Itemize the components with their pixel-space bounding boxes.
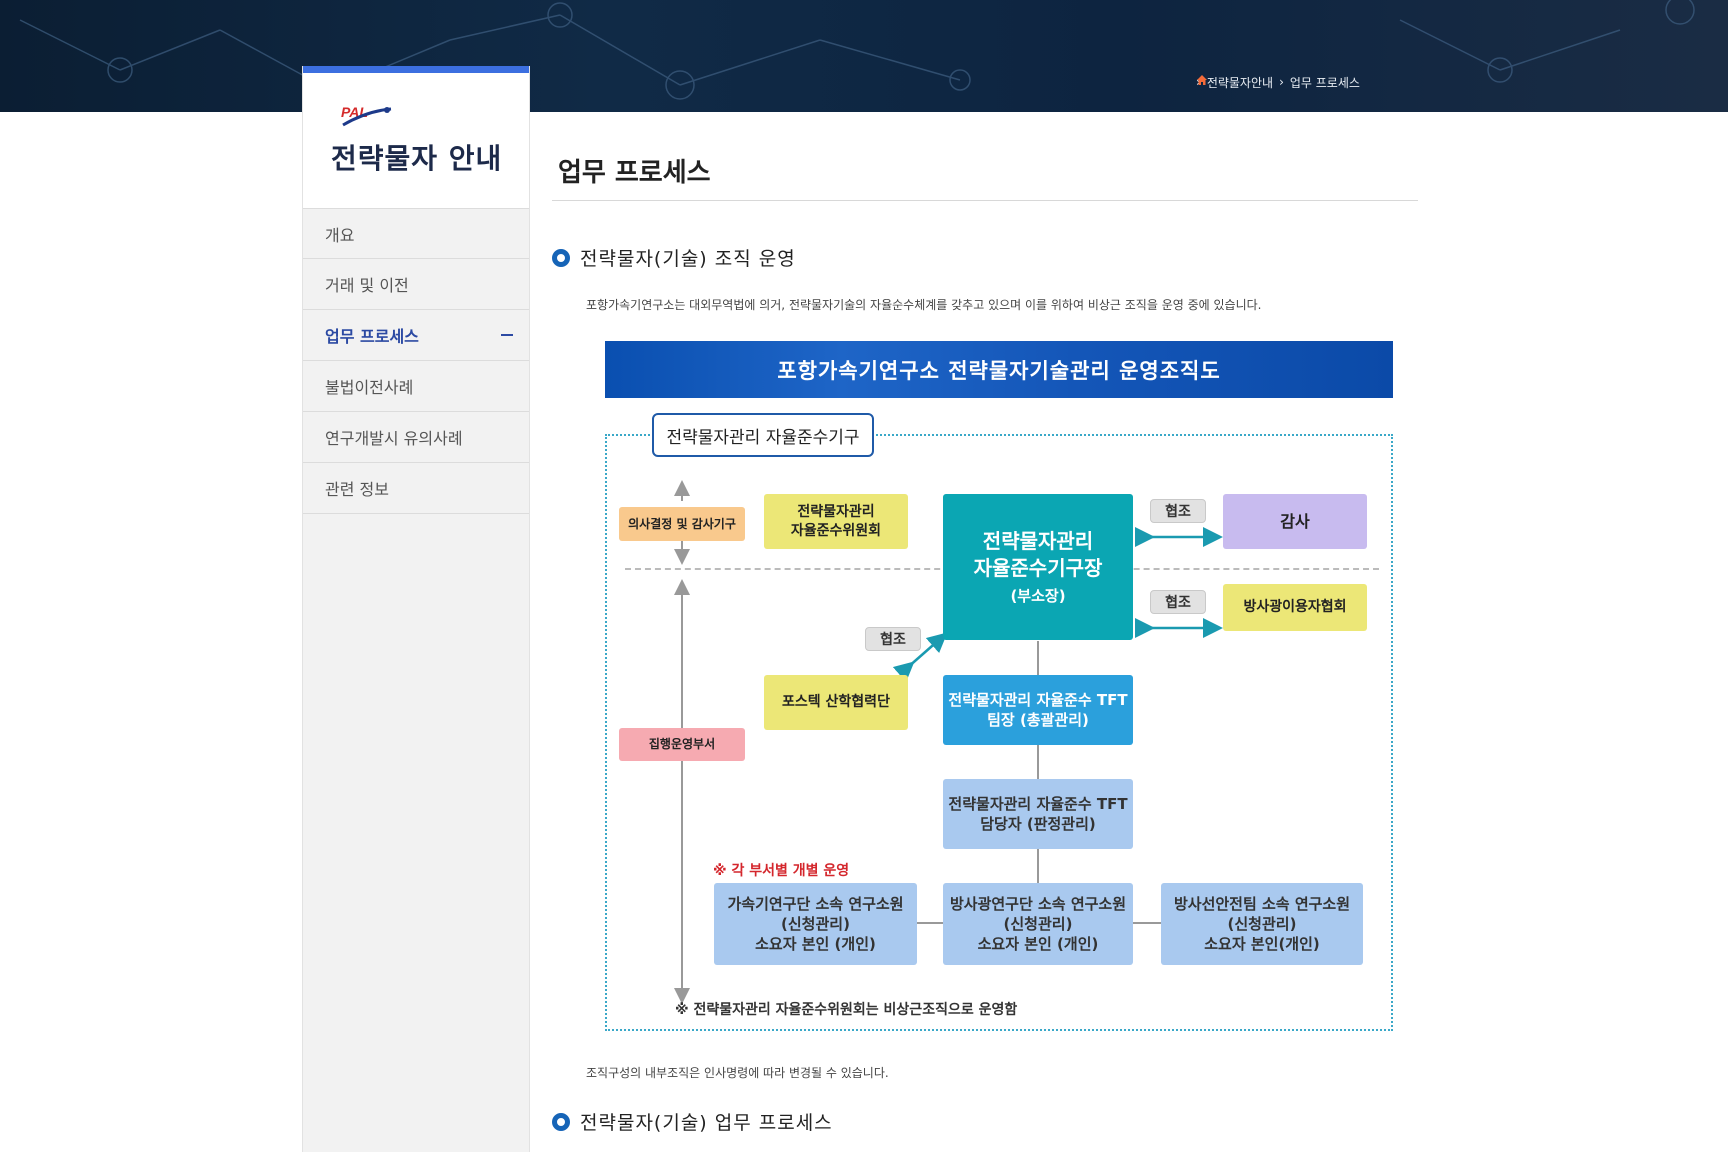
sidebar-item-illegal-cases[interactable]: 불법이전사례 — [303, 361, 529, 412]
dept-line: (신청관리) — [1003, 914, 1073, 933]
decision-audit-box: 의사결정 및 감사기구 — [619, 507, 745, 541]
coop-pill-audit: 협조 — [1150, 499, 1206, 523]
title-divider — [552, 200, 1418, 201]
sidebar-item-transactions[interactable]: 거래 및 이전 — [303, 259, 529, 310]
minus-icon[interactable] — [501, 334, 513, 336]
section-org-header: 전략물자(기술) 조직 운영 — [552, 244, 796, 271]
bullet-icon — [552, 248, 570, 267]
dept-box-synchrotron: 방사광연구단 소속 연구소원 (신청관리) 소요자 본인 (개인) — [943, 883, 1133, 965]
network-background-pattern — [19, 0, 1695, 101]
tft-staff-box: 전략물자관리 자율준수 TFT 담당자 (판정관리) — [943, 779, 1133, 849]
section-org-description: 포항가속기연구소는 대외무역법에 의거, 전략물자기술의 자율순수체계를 갖추고… — [586, 298, 1262, 312]
org-change-note: 조직구성의 내부조직은 인사명령에 따라 변경될 수 있습니다. — [586, 1066, 889, 1080]
section-process-header: 전략물자(기술) 업무 프로세스 — [552, 1108, 833, 1135]
sidebar-title: 전략물자 안내 — [331, 142, 503, 175]
user-association-box: 방사광이용자협회 — [1223, 584, 1367, 631]
tft-leader-line: 전략물자관리 자율준수 TFT — [948, 690, 1128, 709]
committee-footnote: ※ 전략물자관리 자율준수위원회는 비상근조직으로 운영함 — [675, 1002, 1018, 1018]
tft-staff-line: 전략물자관리 자율준수 TFT — [948, 794, 1128, 813]
breadcrumb-item-strategic[interactable]: 전략물자안내 — [1207, 74, 1273, 91]
page-title: 업무 프로세스 — [558, 158, 711, 188]
audit-box: 감사 — [1223, 494, 1367, 549]
postech-box: 포스텍 산학협력단 — [764, 675, 908, 730]
sidebar-header: PAL 전략물자 안내 — [303, 66, 529, 208]
tft-leader-box: 전략물자관리 자율준수 TFT 팀장 (총괄관리) — [943, 675, 1133, 745]
sidebar-item-process[interactable]: 업무 프로세스 — [303, 310, 529, 361]
coop-pill-postech: 협조 — [865, 627, 921, 651]
sidebar-nav: 개요 거래 및 이전 업무 프로세스 불법이전사례 연구개발시 유의사례 관련 … — [303, 208, 529, 514]
home-icon[interactable] — [1196, 74, 1208, 86]
committee-line: 전략물자관리 — [797, 503, 875, 520]
sidebar-item-rnd-cases[interactable]: 연구개발시 유의사례 — [303, 412, 529, 463]
sidebar-item-label: 불법이전사례 — [325, 378, 414, 397]
tft-staff-line: 담당자 (판정관리) — [980, 815, 1096, 833]
dept-line: 방사선안전팀 소속 연구소원 — [1173, 894, 1351, 913]
compliance-org-label: 전략물자관리 자율준수기구 — [652, 413, 874, 457]
exec-dept-box: 집행운영부서 — [619, 728, 745, 761]
pal-logo: PAL — [341, 104, 392, 127]
director-line: 자율준수기구장 — [973, 555, 1103, 580]
sidebar-item-label: 연구개발시 유의사례 — [325, 429, 463, 448]
sidebar-item-overview[interactable]: 개요 — [303, 208, 529, 259]
dept-line: 가속기연구단 소속 연구소원 — [727, 894, 904, 913]
sidebar-item-label: 개요 — [325, 225, 355, 245]
breadcrumb-item-current[interactable]: 업무 프로세스 — [1290, 74, 1360, 91]
dept-operation-note: ※ 각 부서별 개별 운영 — [713, 863, 850, 879]
bullet-icon — [552, 1112, 570, 1131]
dept-line: 소요자 본인 (개인) — [977, 935, 1099, 954]
section-org-title: 전략물자(기술) 조직 운영 — [580, 248, 796, 270]
director-box: 전략물자관리 자율준수기구장 (부소장) — [943, 494, 1133, 640]
committee-box: 전략물자관리 자율준수위원회 — [764, 494, 908, 549]
top-banner: › 전략물자안내 › 업무 프로세스 — [0, 0, 1728, 112]
director-line: (부소장) — [1010, 586, 1066, 605]
tft-leader-line: 팀장 (총괄관리) — [987, 711, 1089, 729]
org-chart: 포항가속기연구소 전략물자기술관리 운영조직도 전략물자관리 자율준수기구 의사 — [605, 341, 1393, 1031]
chevron-right-icon: › — [1279, 75, 1284, 89]
sidebar: PAL 전략물자 안내 개요 거래 및 이전 업무 프로세스 불법이전사례 연구… — [302, 66, 530, 1152]
dept-line: (신청관리) — [781, 914, 850, 933]
dept-line: 방사광연구단 소속 연구소원 — [949, 894, 1127, 913]
dept-line: 소요자 본인 (개인) — [755, 935, 876, 954]
committee-line: 자율준수위원회 — [790, 522, 882, 539]
sidebar-item-related-info[interactable]: 관련 정보 — [303, 463, 529, 514]
sidebar-item-label: 업무 프로세스 — [325, 327, 419, 346]
breadcrumb: › 전략물자안내 › 업무 프로세스 — [1196, 74, 1360, 90]
section-process-title: 전략물자(기술) 업무 프로세스 — [580, 1112, 833, 1134]
dept-box-accelerator: 가속기연구단 소속 연구소원 (신청관리) 소요자 본인 (개인) — [714, 883, 917, 965]
dept-line: (신청관리) — [1227, 914, 1297, 933]
sidebar-item-label: 거래 및 이전 — [325, 276, 409, 295]
coop-pill-association: 협조 — [1150, 590, 1206, 614]
dept-line: 소요자 본인(개인) — [1204, 935, 1320, 954]
dept-box-radiation-safety: 방사선안전팀 소속 연구소원 (신청관리) 소요자 본인(개인) — [1161, 883, 1363, 965]
director-line: 전략물자관리 — [982, 528, 1094, 553]
sidebar-item-label: 관련 정보 — [325, 480, 389, 499]
